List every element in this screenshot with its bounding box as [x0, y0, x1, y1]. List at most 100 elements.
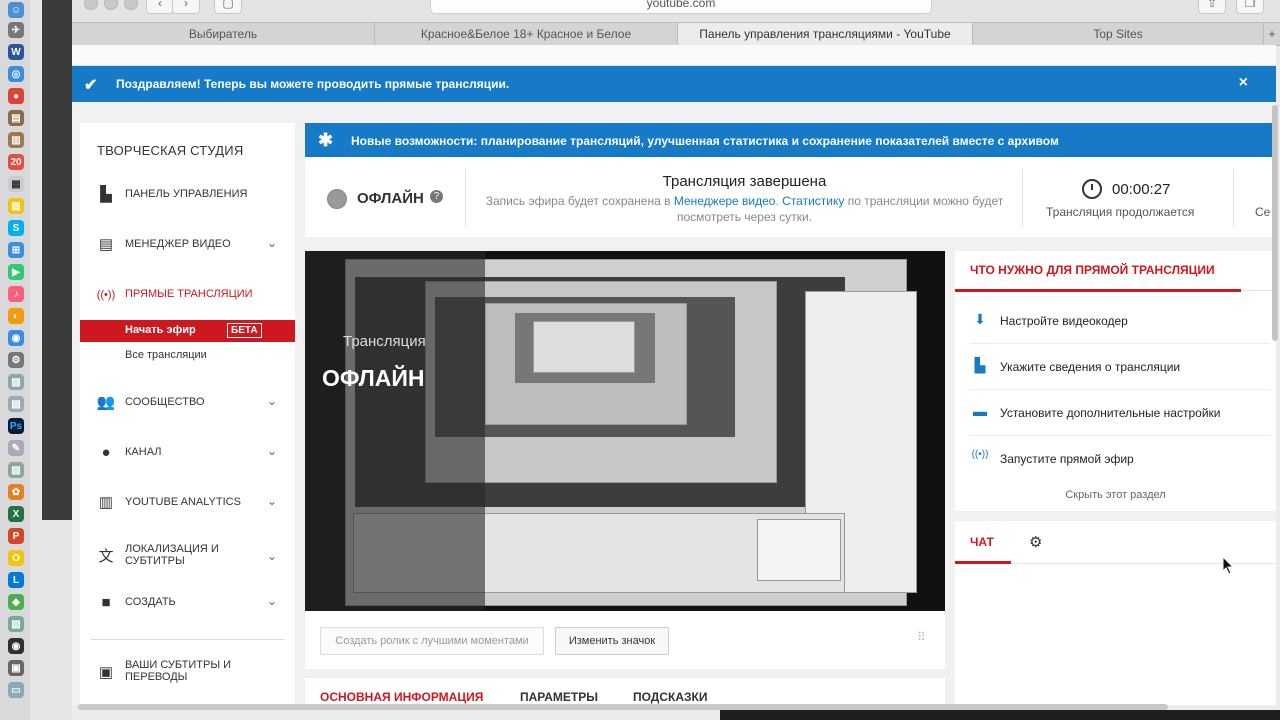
sidebar-item-start-stream[interactable]: Начать эфир БЕТА	[80, 320, 295, 342]
share-button[interactable]: ⇧	[1198, 0, 1226, 14]
statistics-link[interactable]: Статистику	[782, 194, 844, 208]
photos-icon[interactable]: ◉	[8, 330, 24, 346]
change-thumbnail-button[interactable]: Изменить значок	[555, 627, 669, 655]
url-bar[interactable]: youtube.com	[430, 0, 932, 14]
offline-overlay	[305, 251, 485, 611]
finder-icon[interactable]: ☺	[8, 2, 24, 18]
forward-button[interactable]: ›	[172, 0, 200, 14]
tab-line	[1011, 563, 1276, 564]
zoom-window-button[interactable]	[124, 0, 138, 10]
tab-chat[interactable]: ЧАТ	[970, 535, 994, 549]
pen-icon[interactable]: ✎	[8, 440, 24, 456]
notes-icon[interactable]: ▤	[8, 110, 24, 126]
requirements-title[interactable]: ЧТО НУЖНО ДЛЯ ПРЯМОЙ ТРАНСЛЯЦИИ	[970, 263, 1215, 277]
video-manager-link[interactable]: Менеджере видео	[674, 194, 776, 208]
camera-app-icon[interactable]: ▣	[8, 660, 24, 676]
new-tab-button[interactable]: +	[1264, 23, 1280, 45]
close-banner-icon[interactable]: ×	[1239, 74, 1248, 92]
tab-parameters[interactable]: ПАРАМЕТРЫ	[520, 690, 598, 704]
preview-icon[interactable]: ▨	[8, 374, 24, 390]
sidebar-item-live[interactable]: ((•)) Прямые трансляции	[80, 283, 295, 307]
calendar-icon[interactable]: 20	[8, 154, 24, 170]
ibooks-icon[interactable]: ◐	[8, 308, 24, 324]
sidebar-item-create[interactable]: ■ Создать ⌄	[80, 591, 295, 615]
minimize-window-button[interactable]	[104, 0, 118, 10]
sidebar-item-community[interactable]: 👥 Сообщество ⌄	[80, 391, 295, 415]
powerpoint-icon[interactable]: P	[8, 528, 24, 544]
lync-icon[interactable]: L	[8, 572, 24, 588]
sidebar-item-label: Канал	[125, 446, 162, 458]
back-button[interactable]: ‹	[146, 0, 174, 14]
tab-chooser[interactable]: Выбиратель	[72, 23, 375, 45]
chat-panel: ЧАТ ⚙	[955, 521, 1276, 705]
notebook-icon[interactable]: ▦	[8, 176, 24, 192]
sidebar-divider	[90, 639, 285, 640]
excel-icon[interactable]: X	[8, 506, 24, 522]
chevron-down-icon[interactable]: ⌄	[267, 394, 277, 408]
requirement-label: Установите дополнительные настройки	[1000, 406, 1221, 420]
stream-status-bar: ОФЛАЙН ? Трансляция завершена Запись эфи…	[305, 157, 1276, 237]
tab-hints[interactable]: ПОДСКАЗКИ	[633, 690, 707, 704]
vertical-scrollbar[interactable]	[1272, 105, 1278, 341]
palette-icon[interactable]: ✿	[8, 484, 24, 500]
drag-handle-icon[interactable]: ⠿	[917, 631, 931, 647]
help-icon[interactable]: ?	[430, 190, 443, 203]
tabs-overview-button[interactable]: ❐	[1236, 0, 1264, 14]
launchpad-icon[interactable]: ✈	[8, 22, 24, 38]
word-icon[interactable]: W	[8, 44, 24, 60]
requirement-encoder[interactable]: ⬇ Настройте видеокодер	[970, 311, 1270, 331]
skype-icon[interactable]: S	[8, 220, 24, 236]
sidebar-toggle-button[interactable]: ▢	[214, 0, 242, 14]
facetime-icon[interactable]: ▶	[8, 264, 24, 280]
sidebar-item-all-streams[interactable]: Все трансляции	[125, 349, 207, 361]
timer-label: Трансляция продолжается	[1046, 205, 1195, 219]
youtube-page: ✔ Поздравляем! Теперь вы можете проводит…	[72, 45, 1278, 705]
safari-icon[interactable]: ◎	[8, 66, 24, 82]
outlook-icon[interactable]: O	[8, 550, 24, 566]
sidebar-item-subtitles[interactable]: ▣ Ваши субтитры и переводы	[80, 657, 295, 691]
contacts-icon[interactable]: ▥	[8, 132, 24, 148]
requirement-go-live[interactable]: ((•)) Запустите прямой эфир	[970, 449, 1270, 469]
requirement-stream-info[interactable]: ▙ Укажите сведения о трансляции	[970, 357, 1270, 377]
extra-stat-label: Се	[1255, 205, 1271, 219]
photo-viewer-icon[interactable]: ▧	[8, 396, 24, 412]
app-store-icon[interactable]: ⊞	[8, 242, 24, 258]
chevron-down-icon[interactable]: ⌄	[267, 594, 277, 608]
chevron-down-icon[interactable]: ⌄	[267, 549, 277, 563]
download-icon: ⬇	[974, 311, 986, 327]
requirement-settings[interactable]: ▬ Установите дополнительные настройки	[970, 403, 1270, 423]
photoshop-icon[interactable]: Ps	[8, 418, 24, 434]
maps-icon[interactable]: ◈	[8, 594, 24, 610]
close-window-button[interactable]	[84, 0, 98, 10]
tab-live-dashboard[interactable]: Панель управления трансляциями - YouTube	[678, 23, 973, 45]
banner-text: Поздравляем! Теперь вы можете проводить …	[116, 77, 510, 91]
tab-top-sites[interactable]: Top Sites	[973, 23, 1264, 45]
obs-icon[interactable]: ◉	[8, 638, 24, 654]
chart-icon: ▙	[974, 357, 986, 373]
sidebar-item-channel[interactable]: ● Канал ⌄	[80, 441, 295, 465]
create-highlights-button[interactable]: Создать ролик с лучшими моментами	[320, 627, 544, 655]
itunes-icon[interactable]: ♪	[8, 286, 24, 302]
chevron-down-icon[interactable]: ⌄	[267, 444, 277, 458]
chrome-icon[interactable]: ●	[8, 88, 24, 104]
display-icon[interactable]: ▭	[8, 682, 24, 698]
memo-icon[interactable]: ▤	[8, 198, 24, 214]
sidebar-item-label: Ваши субтитры и переводы	[125, 659, 232, 683]
chevron-down-icon[interactable]: ⌄	[267, 494, 277, 508]
hide-section-link[interactable]: Скрыть этот раздел	[955, 489, 1276, 501]
tab-krasnoe-beloe[interactable]: Красное&Белое 18+ Красное и Белое	[375, 23, 678, 45]
check-icon: ✔	[84, 77, 98, 94]
overlay-status: ОФЛАЙН	[322, 365, 425, 391]
sidebar-item-dashboard[interactable]: ▙ Панель управления	[80, 183, 295, 207]
sidebar-item-analytics[interactable]: ▥ YouTube Analytics ⌄	[80, 491, 295, 515]
video-player[interactable]: Трансляция ОФЛАЙН	[305, 251, 945, 611]
image-icon[interactable]: ▨	[8, 462, 24, 478]
tab-basic-info[interactable]: ОСНОВНАЯ ИНФОРМАЦИЯ	[320, 690, 483, 704]
sidebar-item-video-manager[interactable]: ▤ Менеджер видео ⌄	[80, 233, 295, 257]
photo-icon[interactable]: ▧	[8, 616, 24, 632]
chevron-down-icon[interactable]: ⌄	[267, 236, 277, 250]
preferences-icon[interactable]: ⚙	[8, 352, 24, 368]
dashboard-icon: ▙	[100, 186, 112, 203]
sidebar-item-localization[interactable]: 文 Локализация и субтитры ⌄	[80, 541, 295, 575]
gear-icon[interactable]: ⚙	[1029, 533, 1042, 551]
